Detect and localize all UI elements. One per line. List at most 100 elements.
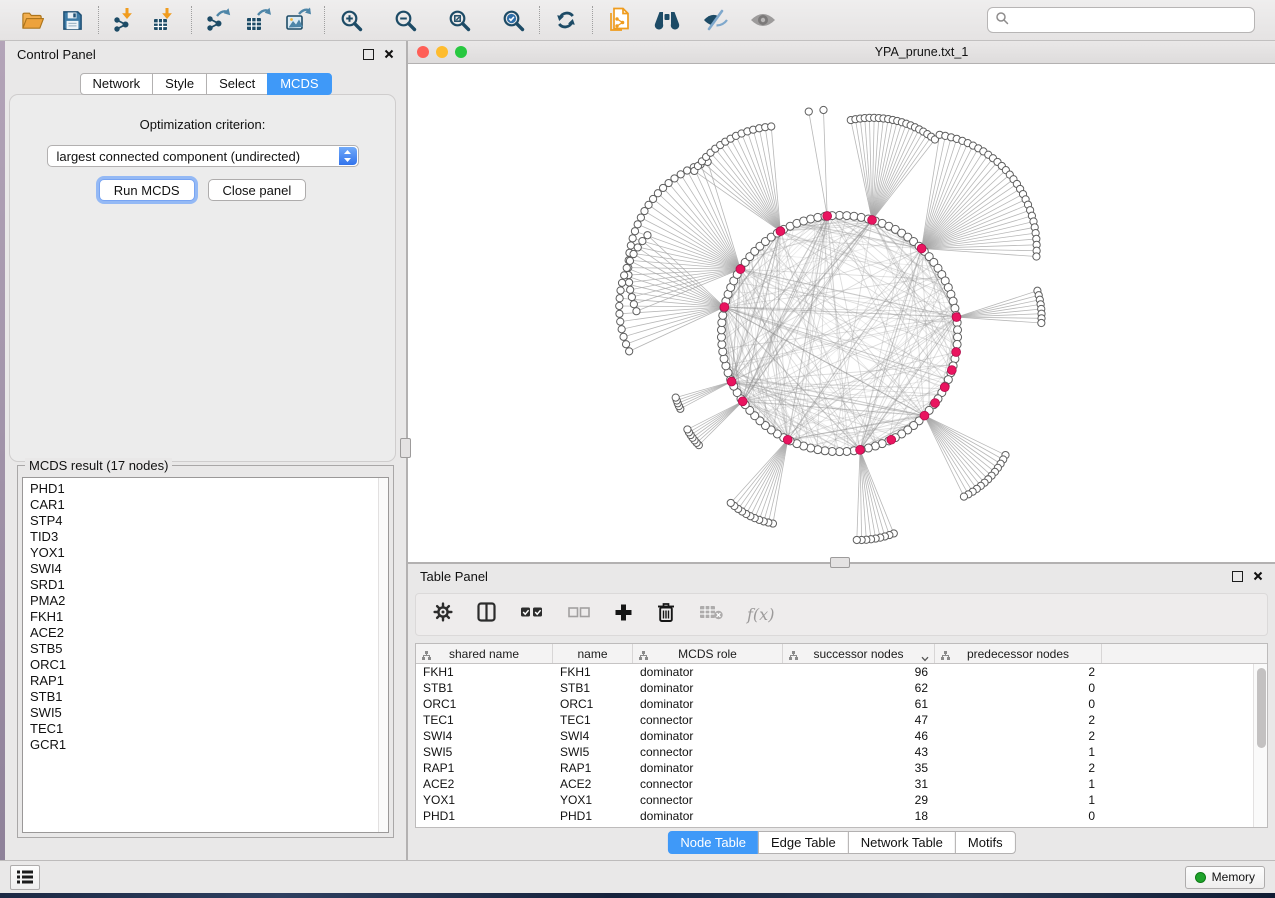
delete-column-icon[interactable] [657,602,675,628]
cell-name[interactable]: SWI4 [553,728,633,744]
network-canvas[interactable] [408,64,1275,562]
cell-name[interactable]: RAP1 [553,760,633,776]
show-hidden-icon[interactable] [748,5,778,35]
mcds-result-item[interactable]: SRD1 [30,577,388,593]
mcds-result-item[interactable]: STB1 [30,689,388,705]
cell-mcds_role[interactable]: dominator [633,808,783,824]
cell-predecessor_nodes[interactable]: 0 [935,696,1102,712]
first-neighbors-icon[interactable] [652,5,682,35]
cell-mcds_role[interactable]: dominator [633,680,783,696]
cell-mcds_role[interactable]: connector [633,776,783,792]
table-row[interactable]: RAP1RAP1dominator352 [416,760,1254,776]
import-table-icon[interactable] [150,5,180,35]
hide-selected-icon[interactable] [700,5,730,35]
search-field[interactable] [987,7,1255,33]
cell-name[interactable]: YOX1 [553,792,633,808]
cell-name[interactable]: PHD1 [553,808,633,824]
refresh-view-icon[interactable] [551,5,581,35]
tab-node-table[interactable]: Node Table [667,831,759,854]
cell-name[interactable]: ACE2 [553,776,633,792]
maximize-window-icon[interactable] [455,46,467,58]
mcds-result-item[interactable]: PMA2 [30,593,388,609]
cell-shared_name[interactable]: TEC1 [416,712,553,728]
cell-shared_name[interactable]: FKH1 [416,664,553,680]
share-document-icon[interactable] [604,5,634,35]
horizontal-splitter-handle[interactable] [830,557,850,568]
export-image-icon[interactable] [283,5,313,35]
tab-network-table[interactable]: Network Table [848,831,956,854]
export-table-icon[interactable] [243,5,273,35]
mcds-result-item[interactable]: CAR1 [30,497,388,513]
tab-motifs[interactable]: Motifs [955,831,1016,854]
tab-edge-table[interactable]: Edge Table [758,831,849,854]
table-row[interactable]: TEC1TEC1connector472 [416,712,1254,728]
cell-mcds_role[interactable]: dominator [633,760,783,776]
cell-predecessor_nodes[interactable]: 1 [935,744,1102,760]
mcds-result-list[interactable]: PHD1CAR1STP4TID3YOX1SWI4SRD1PMA2FKH1ACE2… [22,477,389,833]
table-row[interactable]: SWI4SWI4dominator462 [416,728,1254,744]
zoom-in-icon[interactable] [336,5,366,35]
cell-name[interactable]: TEC1 [553,712,633,728]
cell-successor_nodes[interactable]: 96 [783,664,935,680]
mcds-result-item[interactable]: STB5 [30,641,388,657]
cell-name[interactable]: ORC1 [553,696,633,712]
cell-shared_name[interactable]: STB1 [416,680,553,696]
vertical-splitter-handle[interactable] [400,438,411,458]
cell-mcds_role[interactable]: connector [633,792,783,808]
export-network-icon[interactable] [203,5,233,35]
close-panel-icon[interactable] [1253,569,1263,584]
import-network-icon[interactable] [110,5,140,35]
column-header-name[interactable]: name [553,644,633,663]
tab-mcds[interactable]: MCDS [267,73,331,95]
open-file-icon[interactable] [17,5,47,35]
cell-shared_name[interactable]: SWI5 [416,744,553,760]
mcds-result-item[interactable]: ORC1 [30,657,388,673]
network-window-titlebar[interactable]: YPA_prune.txt_1 [408,41,1275,64]
search-input[interactable] [1014,12,1247,29]
cell-successor_nodes[interactable]: 35 [783,760,935,776]
cell-shared_name[interactable]: ACE2 [416,776,553,792]
mcds-result-item[interactable]: TID3 [30,529,388,545]
cell-shared_name[interactable]: YOX1 [416,792,553,808]
column-header-predecessor_nodes[interactable]: predecessor nodes [935,644,1102,663]
mcds-result-item[interactable]: ACE2 [30,625,388,641]
table-row[interactable]: YOX1YOX1connector291 [416,792,1254,808]
mcds-result-item[interactable]: RAP1 [30,673,388,689]
list-scrollbar[interactable] [378,478,388,832]
cell-mcds_role[interactable]: dominator [633,696,783,712]
table-scrollbar[interactable] [1253,664,1267,827]
cell-shared_name[interactable]: PHD1 [416,808,553,824]
cell-shared_name[interactable]: ORC1 [416,696,553,712]
column-header-mcds_role[interactable]: MCDS role [633,644,783,663]
table-row[interactable]: SWI5SWI5connector431 [416,744,1254,760]
run-mcds-button[interactable]: Run MCDS [99,179,195,201]
close-panel-button[interactable]: Close panel [208,179,307,201]
table-row[interactable]: FKH1FKH1dominator962 [416,664,1254,680]
cell-predecessor_nodes[interactable]: 2 [935,664,1102,680]
cell-name[interactable]: FKH1 [553,664,633,680]
cell-predecessor_nodes[interactable]: 2 [935,760,1102,776]
cell-successor_nodes[interactable]: 46 [783,728,935,744]
column-header-shared_name[interactable]: shared name [416,644,553,663]
cell-successor_nodes[interactable]: 62 [783,680,935,696]
mcds-result-item[interactable]: YOX1 [30,545,388,561]
optimization-criterion-select[interactable]: largest connected component (undirected) [47,145,359,167]
show-columns-icon[interactable] [477,602,496,627]
close-window-icon[interactable] [417,46,429,58]
zoom-out-icon[interactable] [390,5,420,35]
task-history-button[interactable] [10,865,40,890]
add-column-icon[interactable] [614,603,633,627]
cell-successor_nodes[interactable]: 47 [783,712,935,728]
cell-successor_nodes[interactable]: 43 [783,744,935,760]
cell-mcds_role[interactable]: connector [633,712,783,728]
mcds-result-item[interactable]: SWI4 [30,561,388,577]
mcds-result-item[interactable]: STP4 [30,513,388,529]
cell-predecessor_nodes[interactable]: 2 [935,728,1102,744]
close-panel-icon[interactable] [384,47,394,62]
select-all-rows-icon[interactable] [520,605,544,624]
mcds-result-item[interactable]: GCR1 [30,737,388,753]
table-row[interactable]: ORC1ORC1dominator610 [416,696,1254,712]
tab-network[interactable]: Network [79,73,153,95]
tab-select[interactable]: Select [206,73,268,95]
table-row[interactable]: STB1STB1dominator620 [416,680,1254,696]
